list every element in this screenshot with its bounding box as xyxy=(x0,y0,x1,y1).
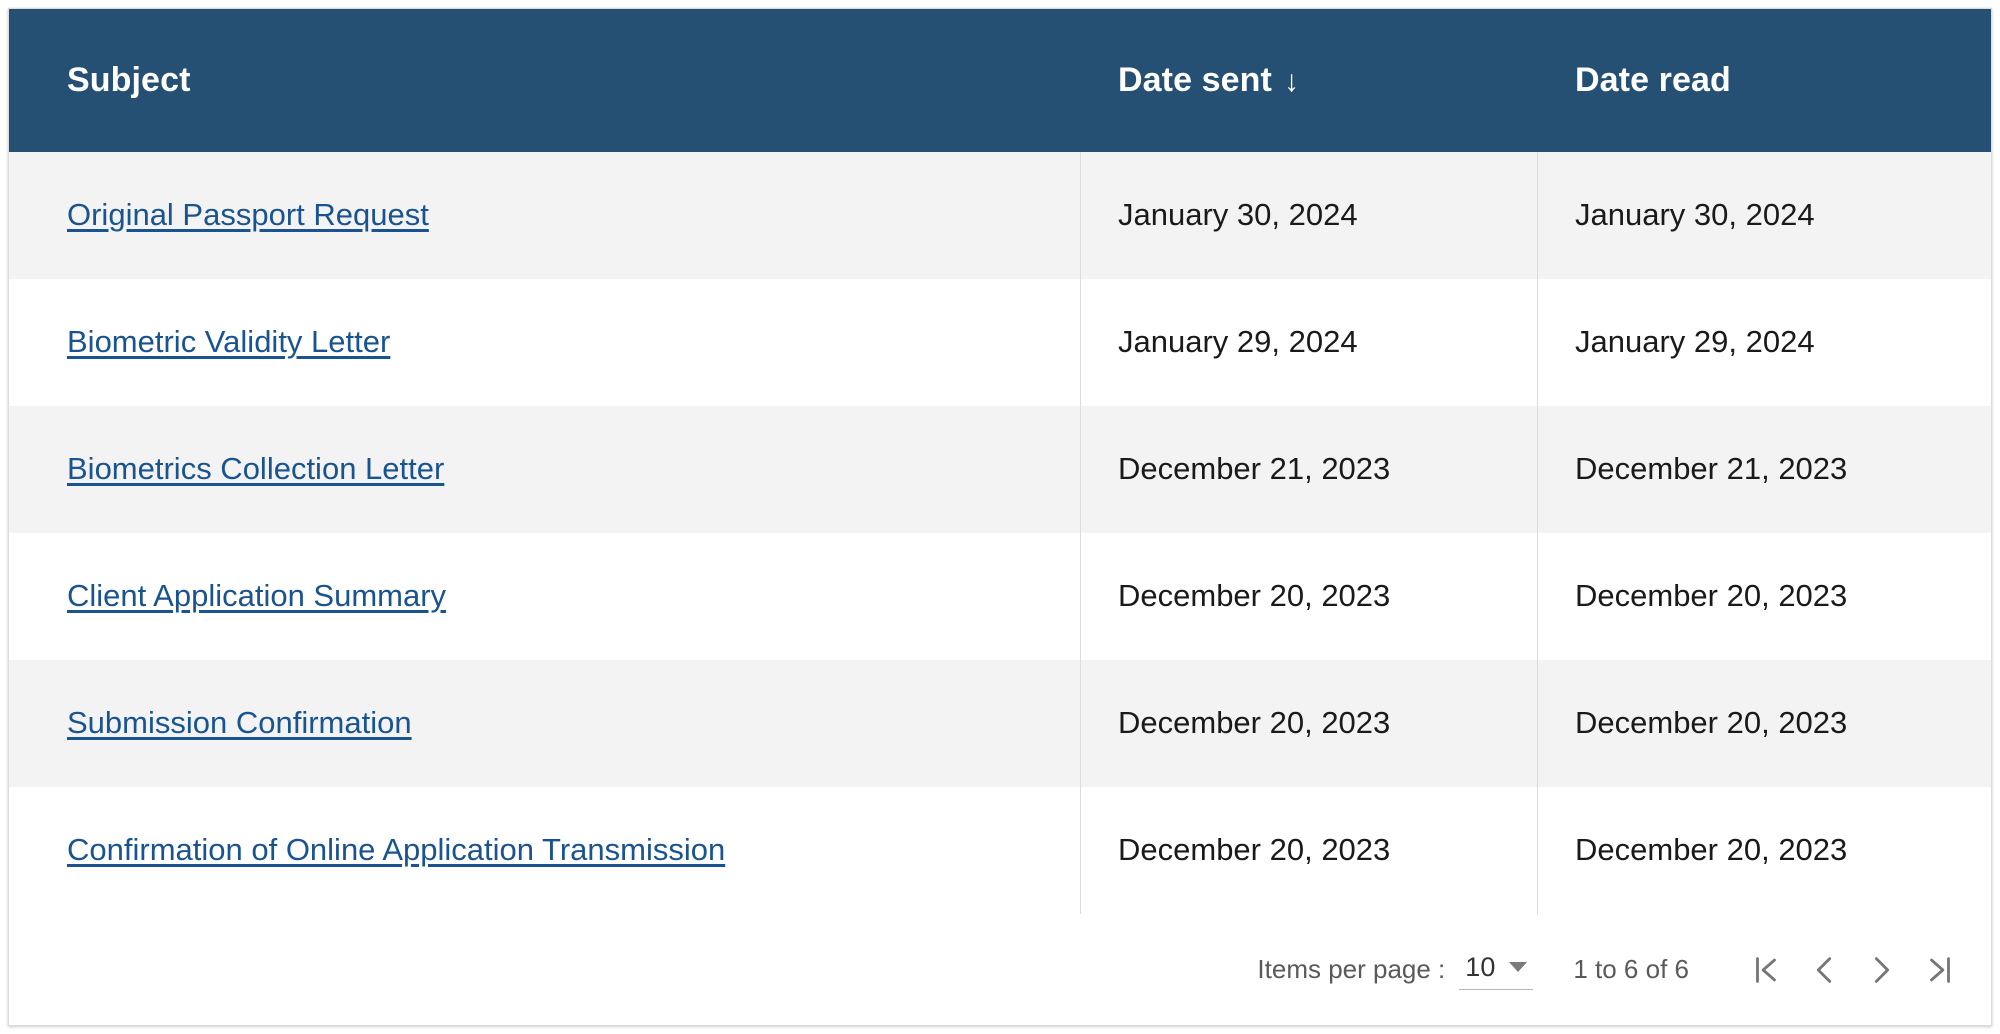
cell-date-read: December 20, 2023 xyxy=(1575,832,1848,868)
column-header-date-read-label: Date read xyxy=(1575,61,1731,100)
table-footer: Items per page : 10 1 to 6 of 6 xyxy=(9,914,1991,1025)
cell-subject: Biometrics Collection Letter xyxy=(9,406,1081,533)
table-header-row: Subject Date sent ↓ Date read xyxy=(9,9,1991,152)
cell-date-read: December 20, 2023 xyxy=(1575,705,1848,741)
chevron-right-icon xyxy=(1865,953,1899,987)
cell-date-sent: January 29, 2024 xyxy=(1081,279,1538,406)
previous-page-button[interactable] xyxy=(1795,941,1853,999)
cell-date-read: January 30, 2024 xyxy=(1575,197,1815,233)
table-row: Biometric Validity Letter January 29, 20… xyxy=(9,279,1991,406)
cell-subject: Submission Confirmation xyxy=(9,660,1081,787)
table-row: Confirmation of Online Application Trans… xyxy=(9,787,1991,914)
sort-descending-icon: ↓ xyxy=(1283,64,1300,98)
cell-date-sent: December 20, 2023 xyxy=(1081,533,1538,660)
chevron-left-icon xyxy=(1807,953,1841,987)
page-root: Subject Date sent ↓ Date read Original P… xyxy=(0,0,2000,1034)
cell-date-sent: December 20, 2023 xyxy=(1081,787,1538,914)
chevron-down-icon xyxy=(1509,962,1528,972)
page-size-select[interactable]: 10 xyxy=(1459,950,1534,990)
message-subject-link[interactable]: Client Application Summary xyxy=(67,577,446,616)
cell-date-sent: December 21, 2023 xyxy=(1081,406,1538,533)
message-subject-link[interactable]: Original Passport Request xyxy=(67,196,429,235)
message-subject-link[interactable]: Biometrics Collection Letter xyxy=(67,450,444,489)
last-page-icon xyxy=(1923,953,1957,987)
column-header-date-read[interactable]: Date read xyxy=(1538,9,1991,152)
cell-date-read: December 20, 2023 xyxy=(1575,578,1848,614)
page-size-value: 10 xyxy=(1465,951,1496,982)
table-row: Biometrics Collection Letter December 21… xyxy=(9,406,1991,533)
table-row: Submission Confirmation December 20, 202… xyxy=(9,660,1991,787)
message-subject-link[interactable]: Biometric Validity Letter xyxy=(67,323,390,362)
messages-table-card: Subject Date sent ↓ Date read Original P… xyxy=(8,8,1992,1026)
column-header-subject[interactable]: Subject xyxy=(9,9,1081,152)
cell-date-sent: December 20, 2023 xyxy=(1081,660,1538,787)
next-page-button[interactable] xyxy=(1853,941,1911,999)
cell-subject: Biometric Validity Letter xyxy=(9,279,1081,406)
column-header-subject-label: Subject xyxy=(67,61,191,100)
message-subject-link[interactable]: Confirmation of Online Application Trans… xyxy=(67,831,725,870)
message-subject-link[interactable]: Submission Confirmation xyxy=(67,704,412,743)
cell-subject: Confirmation of Online Application Trans… xyxy=(9,787,1081,914)
table-row: Client Application Summary December 20, … xyxy=(9,533,1991,660)
table-row: Original Passport Request January 30, 20… xyxy=(9,152,1991,279)
first-page-button[interactable] xyxy=(1737,941,1795,999)
items-per-page-label: Items per page : xyxy=(1257,954,1446,984)
pagination-nav-buttons xyxy=(1737,941,1969,999)
last-page-button[interactable] xyxy=(1911,941,1969,999)
paginator: Items per page : 10 1 to 6 of 6 xyxy=(1257,934,1969,1006)
table-body: Original Passport Request January 30, 20… xyxy=(9,152,1991,914)
pagination-range-label: 1 to 6 of 6 xyxy=(1573,954,1689,984)
column-header-date-sent-label: Date sent xyxy=(1118,61,1272,100)
cell-date-read: December 21, 2023 xyxy=(1575,451,1848,487)
column-header-date-sent[interactable]: Date sent ↓ xyxy=(1081,9,1538,152)
cell-date-read: January 29, 2024 xyxy=(1575,324,1815,360)
first-page-icon xyxy=(1749,953,1783,987)
cell-subject: Original Passport Request xyxy=(9,152,1081,279)
cell-date-sent: January 30, 2024 xyxy=(1081,152,1538,279)
cell-subject: Client Application Summary xyxy=(9,533,1081,660)
